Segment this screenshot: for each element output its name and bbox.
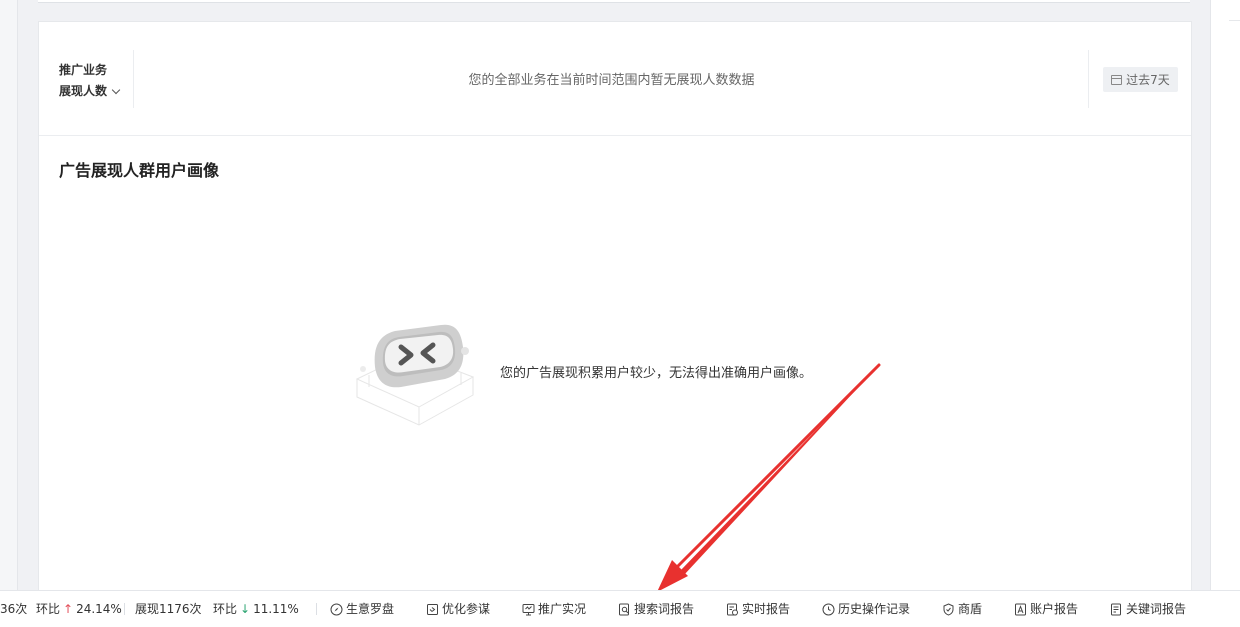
toolbar-label: 推广实况: [538, 602, 587, 616]
clicks-stat: 36次: [0, 601, 27, 617]
audience-card: 推广业务 展现人数 您的全部业务在当前时间范围内暂无展现人数数据 过去7天 广告…: [38, 21, 1192, 602]
business-filter: 推广业务 展现人数: [59, 60, 121, 102]
metric-dropdown[interactable]: 展现人数: [59, 81, 121, 102]
calendar-icon: [1111, 74, 1123, 85]
keyword-report-button[interactable]: 关键词报告: [1110, 601, 1186, 617]
shang-dun-button[interactable]: 商盾: [942, 601, 982, 617]
realtime-report-icon: [727, 603, 738, 615]
ring-ratio-label: 环比: [36, 602, 61, 616]
right-panel-edge: [1210, 0, 1240, 590]
clicks-ring-ratio: 环比 ↑ 24.14%: [36, 601, 122, 617]
search-term-report-button[interactable]: 搜索词报告: [618, 601, 694, 617]
advisor-icon: [427, 603, 438, 615]
no-data-note: 您的全部业务在当前时间范围内暂无展现人数数据: [468, 73, 755, 88]
toolbar-label: 实时报告: [742, 602, 791, 616]
impressions-stat: 展现1176次: [135, 601, 202, 617]
account-report-button[interactable]: 账户报告: [1014, 601, 1078, 617]
business-label: 推广业务: [59, 63, 108, 77]
divider: [1088, 50, 1089, 108]
impressions-ring-ratio: 环比 ↓ 11.11%: [213, 601, 299, 617]
previous-card-edge: [38, 0, 1190, 3]
toolbar-label: 优化参谋: [442, 602, 491, 616]
compass-icon: [330, 603, 343, 615]
realtime-report-button[interactable]: 实时报告: [726, 601, 790, 617]
compass-button[interactable]: 生意罗盘: [330, 601, 394, 617]
toolbar-label: 历史操作记录: [838, 602, 911, 616]
date-range-button[interactable]: 过去7天: [1103, 67, 1178, 92]
clock-icon: [822, 603, 835, 615]
toolbar-label: 账户报告: [1030, 602, 1079, 616]
metric-label: 展现人数: [59, 84, 108, 98]
chevron-down-icon: [111, 85, 121, 95]
date-range-label: 过去7天: [1126, 73, 1170, 87]
arrow-down-icon: ↓: [240, 602, 251, 616]
ring-ratio-label: 环比: [213, 602, 238, 616]
account-report-icon: [1015, 603, 1026, 615]
keyword-report-icon: [1111, 603, 1121, 615]
empty-state-illustration: [355, 324, 475, 426]
toolbar-label: 生意罗盘: [346, 602, 395, 616]
impressions-value: 展现1176次: [135, 602, 202, 616]
clicks-value: 36次: [0, 602, 28, 616]
empty-state-message: 您的广告展现积累用户较少，无法得出准确用户画像。: [500, 366, 813, 381]
filter-row: 推广业务 展现人数 您的全部业务在当前时间范围内暂无展现人数数据 过去7天: [39, 22, 1191, 136]
live-status-button[interactable]: 推广实况: [522, 601, 586, 617]
shield-icon: [943, 602, 954, 616]
left-panel-edge: [0, 0, 18, 590]
history-log-button[interactable]: 历史操作记录: [822, 601, 910, 617]
arrow-up-icon: ↑: [63, 602, 74, 616]
search-report-icon: [619, 603, 629, 615]
toolbar-label: 商盾: [958, 602, 983, 616]
bottom-toolbar: 36次 环比 ↑ 24.14% 展现1176次 环比 ↓ 11.11% 生意罗盘…: [0, 590, 1240, 627]
ring-ratio-value: 11.11%: [253, 602, 299, 616]
advisor-button[interactable]: 优化参谋: [426, 601, 490, 617]
toolbar-label: 搜索词报告: [634, 602, 695, 616]
monitor-icon: [522, 603, 535, 615]
ring-ratio-value: 24.14%: [76, 602, 122, 616]
section-title: 广告展现人群用户画像: [59, 161, 220, 180]
toolbar-label: 关键词报告: [1126, 602, 1187, 616]
